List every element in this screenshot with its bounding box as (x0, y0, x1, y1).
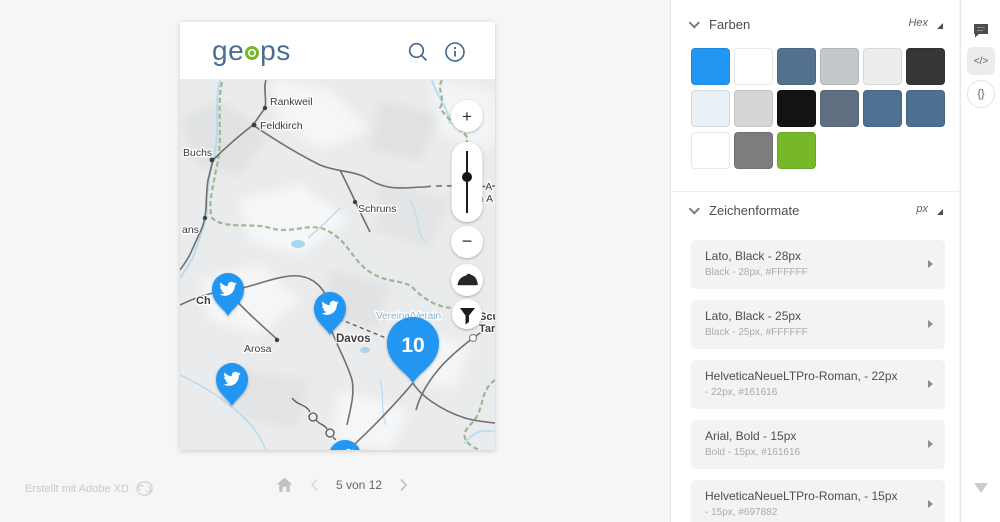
color-swatch[interactable] (777, 48, 816, 85)
map-canvas: Rankweil Feldkirch Buchs ans Schruns . A… (180, 80, 495, 450)
color-swatch[interactable] (734, 90, 773, 127)
css-snippets-button[interactable]: {} (967, 80, 995, 108)
plus-icon: + (462, 107, 472, 126)
typography-section-title: Zeichenformate (709, 203, 799, 218)
cluster-count: 10 (401, 334, 424, 357)
label-schruns: Schruns (358, 203, 397, 215)
expand-arrow-icon (928, 440, 933, 448)
label-buchs: Buchs (183, 147, 212, 159)
dropdown-corner-icon (937, 209, 943, 215)
text-style-card[interactable]: Lato, Black - 28px Black - 28px, #FFFFFF (691, 240, 945, 289)
label-feldkirch: Feldkirch (260, 120, 303, 132)
info-icon[interactable] (444, 41, 466, 63)
expand-arrow-icon (928, 320, 933, 328)
color-swatch[interactable] (820, 48, 859, 85)
chevron-down-icon (689, 17, 700, 28)
label-chur-partial: Ch (196, 295, 211, 307)
right-tool-strip: </> {} (960, 0, 1000, 522)
expand-arrow-icon (928, 500, 933, 508)
section-divider (671, 191, 959, 192)
chevron-down-icon (689, 203, 700, 214)
color-swatches (691, 48, 945, 169)
type-unit-label: px (916, 203, 928, 215)
label-davos: Davos (336, 333, 371, 345)
color-swatch[interactable] (820, 90, 859, 127)
inspector-panel: Farben Hex Zeichenformate px Lato, Black… (670, 0, 959, 522)
collapse-panel-icon[interactable] (974, 483, 988, 493)
label-sargans-partial: ans (182, 224, 199, 236)
text-style-details: - 15px, #697882 (705, 507, 919, 518)
next-artboard-button[interactable] (399, 478, 408, 492)
label-tarasp-partial: Tar (479, 323, 495, 335)
text-style-name: Lato, Black - 25px (705, 309, 919, 323)
color-swatch[interactable] (777, 132, 816, 169)
text-style-name: Lato, Black - 28px (705, 249, 919, 263)
color-swatch[interactable] (906, 48, 945, 85)
logo-o-icon (245, 46, 259, 60)
color-swatch[interactable] (691, 48, 730, 85)
map[interactable]: Rankweil Feldkirch Buchs ans Schruns . A… (180, 80, 495, 450)
code-icon: </> (974, 56, 988, 67)
text-style-card[interactable]: HelveticaNeueLTPro-Roman, - 22px - 22px, … (691, 360, 945, 409)
text-style-list: Lato, Black - 28pxBlack - 28px, #FFFFFFL… (691, 240, 945, 522)
color-unit-label: Hex (908, 17, 928, 29)
text-style-card[interactable]: HelveticaNeueLTPro-Roman, - 15px - 15px, … (691, 480, 945, 522)
color-swatch[interactable] (734, 132, 773, 169)
lake (360, 347, 370, 353)
pager-label: 5 von 12 (336, 478, 382, 492)
text-style-details: Bold - 15px, #161616 (705, 447, 919, 458)
colors-section-title: Farben (709, 17, 750, 32)
text-style-details: - 22px, #161616 (705, 387, 919, 398)
typography-section-header[interactable]: Zeichenformate (691, 203, 799, 218)
text-style-name: Arial, Bold - 15px (705, 429, 919, 443)
credit-text: Erstellt mit Adobe XD (25, 483, 129, 495)
lake (291, 240, 305, 248)
expand-arrow-icon (928, 260, 933, 268)
color-swatch[interactable] (906, 90, 945, 127)
color-swatch[interactable] (777, 90, 816, 127)
made-with-credit: Erstellt mit Adobe XD (25, 481, 153, 496)
minus-icon: − (462, 231, 473, 251)
color-swatch[interactable] (863, 48, 902, 85)
prev-artboard-button[interactable] (310, 478, 319, 492)
text-style-name: HelveticaNeueLTPro-Roman, - 15px (705, 489, 919, 503)
logo-text-ps: ps (260, 37, 291, 65)
color-swatch[interactable] (863, 90, 902, 127)
text-style-details: Black - 28px, #FFFFFF (705, 267, 919, 278)
text-style-name: HelveticaNeueLTPro-Roman, - 22px (705, 369, 919, 383)
dropdown-corner-icon (937, 23, 943, 29)
text-style-details: Black - 25px, #FFFFFF (705, 327, 919, 338)
home-button[interactable] (276, 477, 293, 493)
text-style-card[interactable]: Lato, Black - 25px Black - 25px, #FFFFFF (691, 300, 945, 349)
zoom-slider-handle[interactable] (462, 172, 472, 182)
logo-text-ge: ge (212, 37, 244, 65)
color-swatch[interactable] (734, 48, 773, 85)
braces-icon: {} (977, 88, 984, 100)
geops-logo: ge ps (212, 37, 291, 65)
search-icon[interactable] (407, 41, 429, 63)
type-unit-dropdown[interactable]: px (916, 203, 943, 215)
color-unit-dropdown[interactable]: Hex (908, 17, 943, 29)
colors-section-header[interactable]: Farben (691, 17, 750, 32)
artboard-mobile-mock: ge ps (180, 22, 495, 450)
adobe-xd-spec-view: { "artboard": { "header": { "logo_prefix… (0, 0, 1000, 522)
app-header: ge ps (180, 22, 495, 80)
label-rankweil: Rankweil (270, 96, 313, 108)
comment-icon (973, 23, 989, 38)
expand-arrow-icon (928, 380, 933, 388)
color-swatch[interactable] (691, 132, 730, 169)
town-dot-scuol (470, 335, 477, 342)
creative-cloud-icon (136, 481, 153, 496)
comments-button[interactable] (967, 16, 995, 44)
text-style-card[interactable]: Arial, Bold - 15px Bold - 15px, #161616 (691, 420, 945, 469)
color-swatch[interactable] (691, 90, 730, 127)
specs-button[interactable]: </> (967, 47, 995, 75)
artboard-pager: 5 von 12 (276, 477, 408, 493)
label-arosa: Arosa (244, 343, 272, 355)
